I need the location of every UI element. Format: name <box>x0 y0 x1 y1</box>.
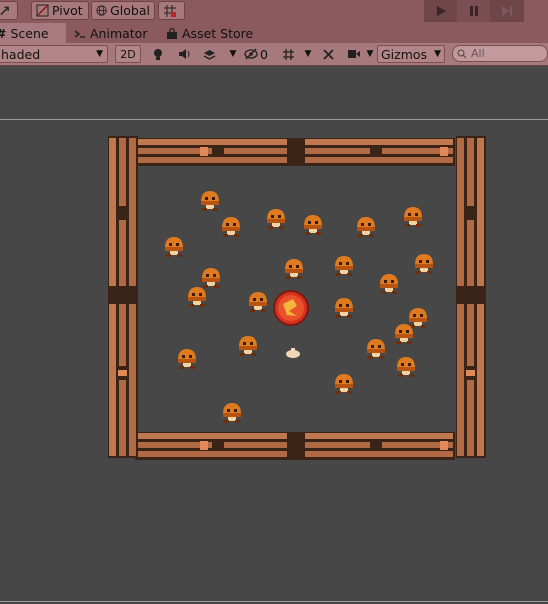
enemy-sprite[interactable] <box>367 339 385 359</box>
player-sprite[interactable] <box>273 290 309 326</box>
draw-mode-dropdown[interactable]: haded ▼ <box>0 45 108 63</box>
layers-icon <box>203 49 215 60</box>
hash-icon: # <box>0 26 6 41</box>
enemy-sprite[interactable] <box>267 209 285 229</box>
search-icon <box>457 48 467 58</box>
gizmos-label: Gizmos <box>381 46 428 62</box>
speaker-icon <box>178 49 189 59</box>
snap-button[interactable] <box>158 1 185 20</box>
pause-icon <box>469 6 478 16</box>
scene-viewport[interactable] <box>0 66 548 604</box>
tool-icon-button[interactable] <box>0 1 18 20</box>
scene-search-input[interactable]: All <box>452 45 548 62</box>
tab-animator-label: Animator <box>90 26 148 41</box>
enemy-sprite[interactable] <box>201 191 219 211</box>
enemy-sprite[interactable] <box>404 207 422 227</box>
pause-button[interactable] <box>457 0 490 22</box>
enemy-sprite[interactable] <box>415 254 433 274</box>
pickup-item[interactable] <box>286 348 300 358</box>
play-icon <box>436 6 446 16</box>
enemy-sprite[interactable] <box>202 268 220 288</box>
transform-tool-icon <box>0 6 9 15</box>
step-icon <box>501 6 512 16</box>
search-placeholder: All <box>471 47 485 60</box>
enemy-sprite[interactable] <box>188 287 206 307</box>
enemy-sprite[interactable] <box>335 374 353 394</box>
enemy-sprite[interactable] <box>395 324 413 344</box>
tab-scene-label: Scene <box>10 26 49 41</box>
enemy-sprite[interactable] <box>178 349 196 369</box>
enemy-sprite[interactable] <box>357 217 375 237</box>
camera-icon <box>348 50 360 58</box>
global-label: Global <box>110 3 150 18</box>
tools-icon <box>322 48 334 60</box>
lightbulb-icon <box>154 48 162 60</box>
lighting-toggle[interactable] <box>150 45 166 63</box>
chevron-down-icon: ▼ <box>96 49 103 59</box>
camera-dropdown[interactable]: ▼ <box>364 45 376 63</box>
animator-icon <box>74 29 85 38</box>
enemy-sprite[interactable] <box>397 357 415 377</box>
tab-asset-store[interactable]: Asset Store <box>166 23 253 44</box>
tab-scene[interactable]: # Scene <box>0 23 66 44</box>
enemy-sprite[interactable] <box>285 259 303 279</box>
eye-slash-icon <box>244 48 258 60</box>
tab-animator[interactable]: Animator <box>74 23 147 44</box>
toggle-2d-label: 2D <box>120 47 136 61</box>
chevron-down-icon: ▼ <box>229 49 237 59</box>
enemy-sprite[interactable] <box>239 336 257 356</box>
play-button[interactable] <box>424 0 457 22</box>
grid-icon <box>282 48 294 60</box>
globe-icon <box>96 5 107 16</box>
grid-dropdown[interactable]: ▼ <box>302 45 314 63</box>
enemy-sprite[interactable] <box>380 274 398 294</box>
enemy-sprite[interactable] <box>222 217 240 237</box>
pivot-icon <box>36 4 49 17</box>
camera-toggle[interactable] <box>346 45 362 63</box>
enemy-sprite[interactable] <box>335 298 353 318</box>
fence-top[interactable] <box>135 138 455 166</box>
tab-asset-store-label: Asset Store <box>182 26 254 41</box>
scene-view-toolbar: haded ▼ 2D ▼ 0 ▼ ▼ Gizmos ▼ All <box>0 43 548 66</box>
grid-toggle[interactable] <box>280 45 296 63</box>
bag-icon <box>167 27 177 39</box>
fence-left[interactable] <box>108 136 138 458</box>
enemy-sprite[interactable] <box>304 215 322 235</box>
hidden-objects-toggle[interactable]: 0 <box>244 45 274 63</box>
enemy-sprite[interactable] <box>165 237 183 257</box>
grid-snap-icon <box>164 4 176 17</box>
audio-toggle[interactable] <box>176 45 192 63</box>
enemy-sprite[interactable] <box>249 292 267 312</box>
pivot-label: Pivot <box>52 3 83 18</box>
global-button[interactable]: Global <box>91 1 155 20</box>
toggle-2d-button[interactable]: 2D <box>115 45 141 63</box>
scene-canvas <box>108 136 486 460</box>
playmode-controls <box>424 0 524 22</box>
effects-toggle[interactable] <box>201 45 217 63</box>
main-toolbar: Pivot Global <box>0 0 548 22</box>
hidden-count: 0 <box>260 46 268 62</box>
draw-mode-value: haded <box>1 46 41 62</box>
enemy-sprite[interactable] <box>223 403 241 423</box>
effects-dropdown[interactable]: ▼ <box>227 45 239 63</box>
pivot-button[interactable]: Pivot <box>31 1 89 20</box>
enemy-sprite[interactable] <box>335 256 353 276</box>
gizmos-dropdown[interactable]: Gizmos ▼ <box>377 45 445 63</box>
step-button[interactable] <box>490 0 523 22</box>
enemy-sprite[interactable] <box>409 308 427 328</box>
fence-bottom[interactable] <box>135 432 455 460</box>
tools-toggle[interactable] <box>320 45 336 63</box>
chevron-down-icon: ▼ <box>366 49 374 59</box>
fence-right[interactable] <box>456 136 486 458</box>
chevron-down-icon: ▼ <box>304 49 312 59</box>
chevron-down-icon: ▼ <box>434 49 441 59</box>
window-tab-bar: # Scene Animator Asset Store <box>0 22 548 44</box>
